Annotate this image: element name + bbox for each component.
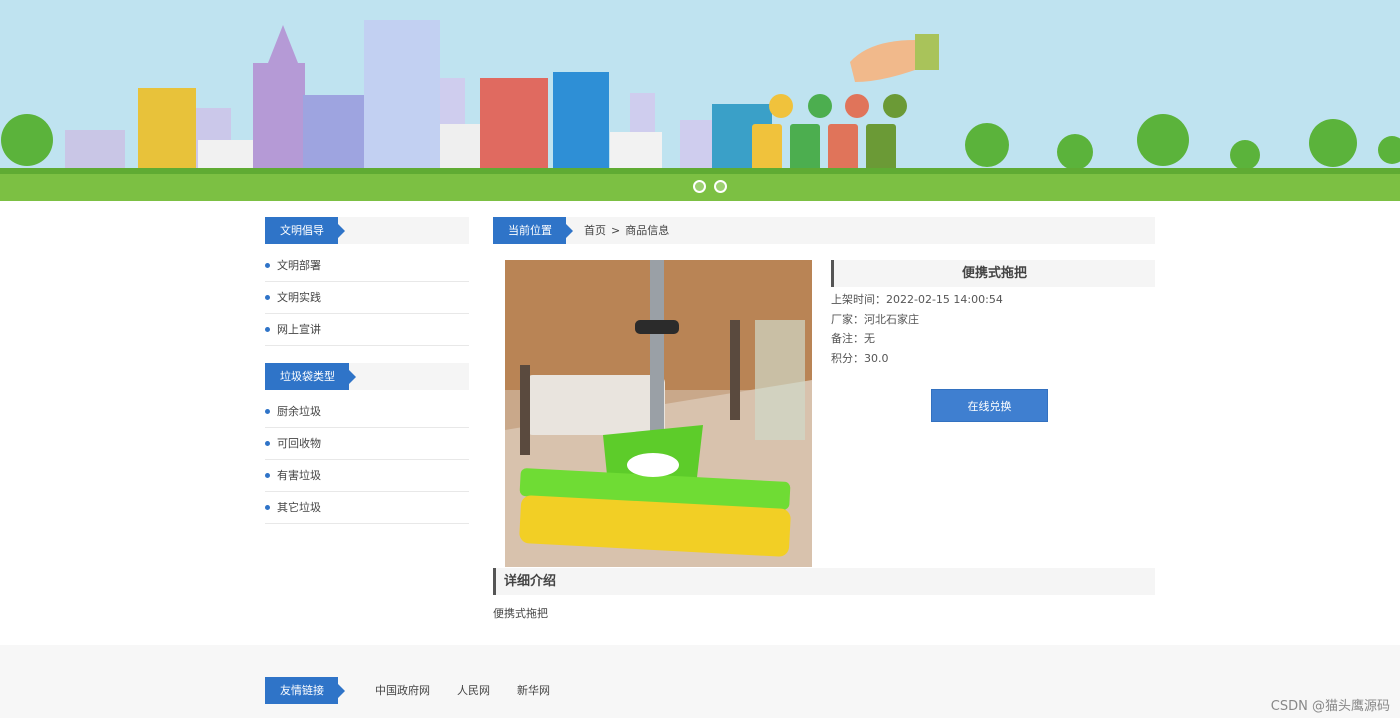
sidebar-item-hazardous[interactable]: 有害垃圾 — [265, 460, 469, 492]
breadcrumb-trail: 首页 > 商品信息 — [584, 217, 669, 244]
friend-links-label: 友情链接 — [265, 677, 345, 704]
detail-heading: 详细介绍 — [493, 568, 1155, 595]
sidebar: 文明倡导 文明部署 文明实践 网上宣讲 垃圾袋类型 厨余垃圾 可回收物 有害垃圾… — [265, 217, 469, 541]
sidebar-item-practice[interactable]: 文明实践 — [265, 282, 469, 314]
footer: 友情链接 中国政府网 人民网 新华网 CSDN @猫头鹰源码 — [0, 645, 1400, 718]
link-people[interactable]: 人民网 — [457, 677, 490, 704]
sidebar-heading: 垃圾袋类型 — [265, 363, 356, 390]
exchange-button[interactable]: 在线兑换 — [931, 389, 1048, 422]
bullet-icon — [265, 327, 270, 332]
bullet-icon — [265, 441, 270, 446]
product-title: 便携式拖把 — [831, 260, 1155, 287]
bullet-icon — [265, 505, 270, 510]
sidebar-item-label: 文明实践 — [277, 291, 321, 304]
product-manufacturer: 厂家：河北石家庄 — [831, 312, 919, 326]
product-listed-time: 上架时间：2022-02-15 14:00:54 — [831, 293, 1003, 306]
link-gov-cn[interactable]: 中国政府网 — [375, 677, 430, 704]
csdn-watermark: CSDN @猫头鹰源码 — [1270, 699, 1390, 714]
sidebar-item-label: 有害垃圾 — [277, 469, 321, 482]
product-image — [505, 260, 812, 567]
main-content: 当前位置 首页 > 商品信息 便携式拖把 上架时间：2022-02-15 14:00… — [493, 217, 1155, 620]
sidebar-heading: 文明倡导 — [265, 217, 345, 244]
banner-carousel — [0, 0, 1400, 201]
mop-photo — [505, 260, 812, 567]
product-info: 便携式拖把 上架时间：2022-02-15 14:00:54 厂家：河北石家庄 … — [831, 260, 1155, 422]
bullet-icon — [265, 409, 270, 414]
carousel-dot-1[interactable] — [693, 180, 706, 193]
product-remark: 备注：无 — [831, 332, 875, 345]
sidebar-section-garbage-types: 垃圾袋类型 — [265, 363, 469, 390]
breadcrumb-home-link[interactable]: 首页 — [584, 224, 606, 237]
link-xinhua[interactable]: 新华网 — [517, 677, 550, 704]
sidebar-item-label: 网上宣讲 — [277, 323, 321, 336]
sidebar-item-deployment[interactable]: 文明部署 — [265, 250, 469, 282]
sidebar-item-other-waste[interactable]: 其它垃圾 — [265, 492, 469, 524]
bullet-icon — [265, 473, 270, 478]
carousel-dot-2[interactable] — [714, 180, 727, 193]
sidebar-list-garbage-types: 厨余垃圾 可回收物 有害垃圾 其它垃圾 — [265, 396, 469, 524]
detail-description: 便携式拖把 — [493, 607, 548, 620]
bullet-icon — [265, 295, 270, 300]
sidebar-list-civilization: 文明部署 文明实践 网上宣讲 — [265, 250, 469, 346]
carousel-dots — [693, 180, 727, 193]
banner-illustration — [0, 0, 1400, 201]
sidebar-item-label: 厨余垃圾 — [277, 405, 321, 418]
breadcrumb-separator: > — [611, 224, 621, 237]
sidebar-item-label: 可回收物 — [277, 437, 321, 450]
sidebar-item-label: 文明部署 — [277, 259, 321, 272]
breadcrumb-label: 当前位置 — [493, 217, 573, 244]
breadcrumb-current: 商品信息 — [625, 224, 670, 237]
product-points: 积分：30.0 — [831, 351, 889, 365]
sidebar-section-civilization: 文明倡导 — [265, 217, 469, 244]
bullet-icon — [265, 263, 270, 268]
breadcrumb: 当前位置 首页 > 商品信息 — [493, 217, 1155, 244]
sidebar-item-recyclable[interactable]: 可回收物 — [265, 428, 469, 460]
sidebar-item-label: 其它垃圾 — [277, 501, 321, 514]
sidebar-item-kitchen-waste[interactable]: 厨余垃圾 — [265, 396, 469, 428]
sidebar-item-online-lecture[interactable]: 网上宣讲 — [265, 314, 469, 346]
friend-links: 中国政府网 人民网 新华网 — [375, 677, 550, 704]
